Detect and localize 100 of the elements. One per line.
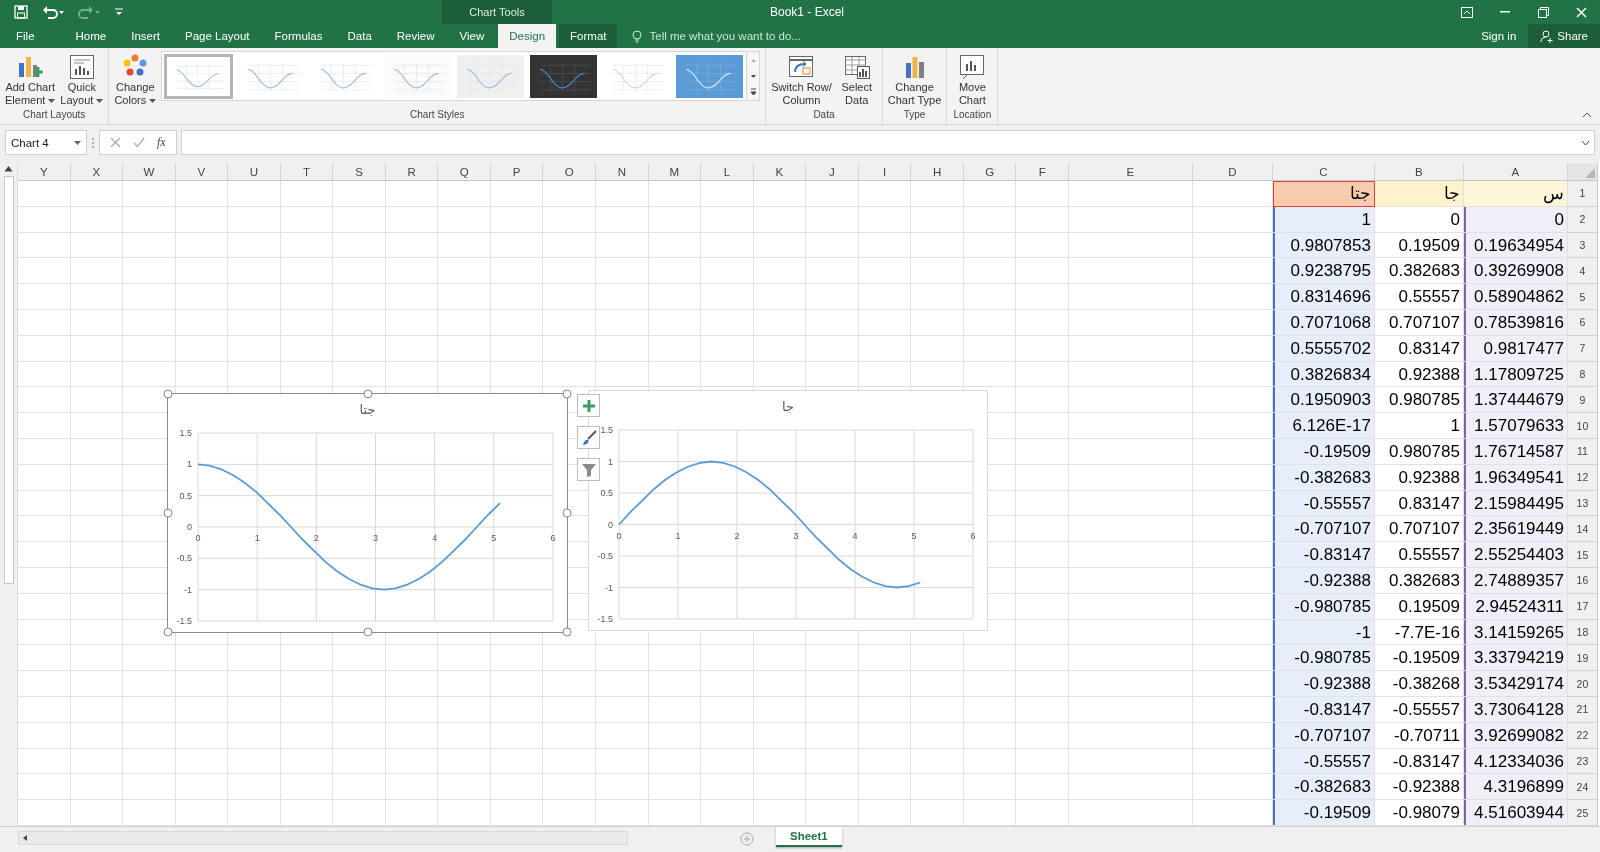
contextual-tab-header: Chart Tools	[442, 0, 552, 24]
ribbon-tab[interactable]: Format	[559, 24, 618, 48]
resize-handle[interactable]	[163, 508, 173, 518]
chart-style-thumbnail[interactable]	[675, 53, 745, 99]
group-label: Data	[812, 109, 836, 122]
ribbon-tab[interactable]: Formulas	[263, 24, 334, 48]
chart-style-preview-icon	[457, 54, 525, 98]
table-cell: -0.19509	[1374, 645, 1464, 672]
sign-in-link[interactable]: Sign in	[1469, 24, 1529, 48]
table-cell: جا	[1374, 181, 1464, 207]
axis-tick-label: 1	[187, 459, 192, 470]
column-header: P	[490, 163, 544, 181]
ribbon-tab[interactable]: Review	[385, 24, 446, 48]
row-header: 9	[1567, 387, 1598, 414]
ribbon-tab[interactable]: Insert	[120, 24, 171, 48]
ribbon-button[interactable]: Switch Row/ Column	[769, 51, 834, 109]
column-header: H	[911, 163, 964, 181]
chart-filters-button[interactable]	[577, 458, 600, 481]
lightbulb-icon	[632, 29, 643, 43]
ribbon-button[interactable]: Change Chart Type	[885, 51, 944, 109]
table-cell: 0.39269908	[1463, 258, 1568, 285]
axis-tick-label: 2	[313, 533, 319, 543]
column-header: S	[333, 163, 386, 181]
axis-tick-label: -1.5	[176, 616, 192, 626]
insert-function-button[interactable]: fx	[157, 135, 166, 150]
table-cell: 4.3196899	[1463, 774, 1568, 801]
scroll-up-icon	[4, 165, 13, 172]
ribbon-tab[interactable]: File	[0, 24, 51, 48]
row-header: 10	[1567, 413, 1598, 439]
save-icon	[14, 5, 28, 19]
resize-handle[interactable]	[363, 627, 372, 637]
table-cell: 2.55254403	[1463, 542, 1568, 568]
table-cell: -0.83147	[1374, 748, 1464, 775]
chart-style-thumbnail[interactable]	[529, 53, 599, 99]
share-button[interactable]: Share	[1528, 24, 1600, 48]
ribbon-button[interactable]: Add Chart Element	[3, 51, 58, 109]
table-cell: -0.98079	[1374, 800, 1464, 826]
table-cell: 0.58904862	[1463, 284, 1568, 310]
table-cell: -0.83147	[1272, 696, 1375, 723]
resize-handle[interactable]	[562, 389, 572, 399]
column-header: M	[648, 163, 702, 181]
table-cell: 0.980785	[1374, 387, 1464, 414]
undo-button[interactable]	[42, 5, 64, 19]
customize-caret-icon	[114, 7, 124, 17]
column-header: Y	[18, 163, 71, 181]
table-cell: 0.92388	[1374, 361, 1464, 388]
chart-style-preview-icon	[530, 54, 598, 98]
table-cell: 1.57079633	[1463, 413, 1568, 439]
axis-tick-label: -1	[184, 584, 192, 595]
table-cell: -0.92388	[1272, 567, 1375, 594]
ribbon-button[interactable]: Move Chart	[950, 51, 995, 109]
add-sheet-icon[interactable]	[740, 832, 754, 846]
sheet-tab[interactable]: Sheet1	[776, 827, 842, 847]
ribbon-tab[interactable]: View	[448, 24, 496, 48]
expand-caret-icon	[1581, 139, 1590, 146]
axis-tick-label: -0.5	[597, 551, 613, 561]
ribbon-button[interactable]: Select Data	[834, 51, 879, 109]
save-button[interactable]	[14, 5, 28, 19]
ribbon-tab[interactable]: Design	[498, 24, 557, 48]
ribbon-tab[interactable]: Data	[336, 24, 383, 48]
table-cell: 0.78539816	[1463, 310, 1568, 336]
horizontal-scrollbar[interactable]	[18, 831, 628, 845]
vertical-scrollbar-thumb[interactable]	[3, 176, 14, 584]
resize-handle[interactable]	[163, 389, 173, 399]
row-header: 5	[1567, 284, 1598, 310]
table-cell: -0.83147	[1272, 542, 1375, 568]
gallery-scroll-buttons[interactable]	[748, 51, 761, 101]
formula-field[interactable]	[180, 130, 1595, 155]
ribbon-tab[interactable]: Home	[64, 24, 118, 48]
add-element-button[interactable]	[577, 394, 600, 417]
table-cell: -0.382683	[1272, 464, 1375, 491]
chart-style-thumbnail[interactable]	[164, 53, 234, 99]
ribbon-tab[interactable]: Page Layout	[174, 24, 261, 48]
column-header: K	[753, 163, 807, 181]
column-header: A	[1463, 163, 1568, 181]
axis-tick-label: 0.5	[600, 488, 613, 498]
resize-handle[interactable]	[562, 627, 572, 637]
axis-tick-label: 1	[608, 456, 613, 467]
table-cell: 0.19509	[1374, 232, 1464, 259]
column-header: G	[963, 163, 1017, 181]
ribbon-button[interactable]: Quick Layout	[58, 51, 106, 109]
customize-button[interactable]	[114, 7, 124, 17]
resize-handle[interactable]	[562, 508, 572, 518]
table-cell: 0.55557	[1374, 284, 1464, 310]
column-header: B	[1374, 163, 1464, 181]
resize-handle[interactable]	[163, 627, 173, 637]
chart-title: جا	[782, 399, 794, 414]
tell-me-field[interactable]: Tell me what you want to do...	[647, 29, 848, 43]
corner-triangle-icon	[1584, 168, 1595, 178]
table-cell: 1.37444679	[1463, 387, 1568, 414]
column-header: O	[543, 163, 596, 181]
table-cell: -0.92388	[1272, 671, 1375, 697]
resize-handle[interactable]	[363, 389, 372, 399]
name-box[interactable]: Chart 4	[5, 130, 87, 155]
close-icon	[1575, 6, 1587, 18]
chart-style-thumbnail[interactable]	[456, 53, 526, 99]
chart-styles-button[interactable]	[577, 426, 600, 449]
chart-layout-icon	[67, 53, 96, 81]
group-label: Location	[952, 109, 993, 122]
ribbon-button[interactable]: Change Colors	[112, 51, 159, 109]
